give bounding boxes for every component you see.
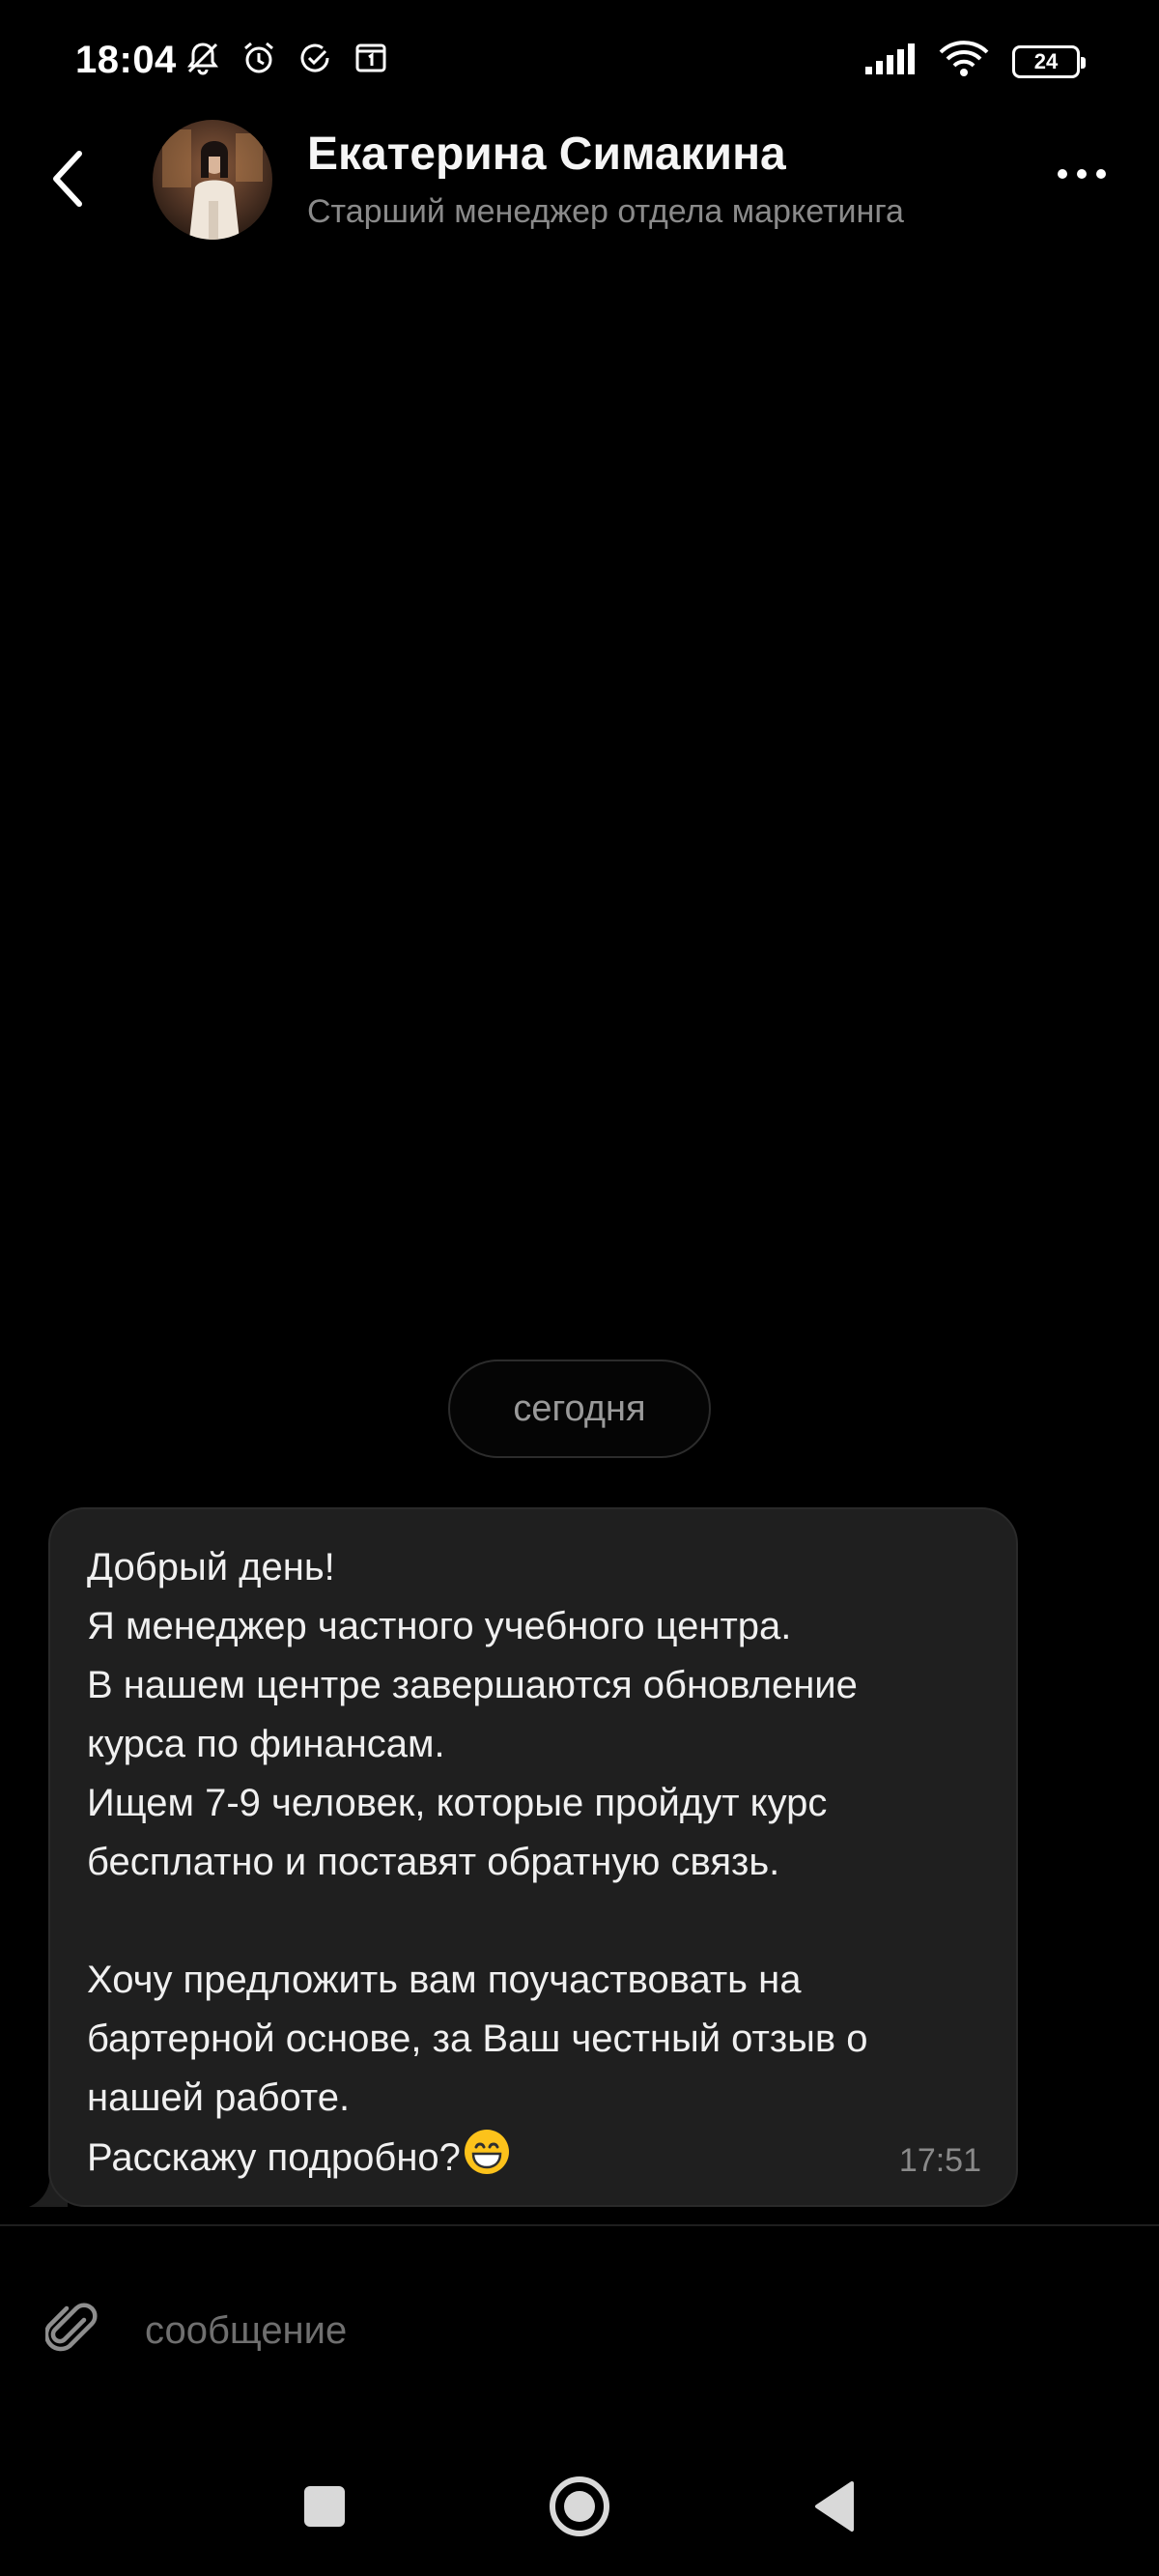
status-time: 18:04 bbox=[75, 39, 177, 81]
attach-button[interactable] bbox=[39, 2296, 106, 2363]
back-button[interactable] bbox=[39, 145, 97, 213]
battery-level: 24 bbox=[1033, 48, 1059, 73]
status-bar: 18:04 24 bbox=[0, 0, 1159, 126]
message-line bbox=[87, 1892, 981, 1951]
date-separator: сегодня bbox=[448, 1360, 711, 1458]
recent-apps-button[interactable] bbox=[286, 2468, 363, 2545]
message-line: В нашем центре завершаются обновление bbox=[87, 1664, 858, 1706]
message-text: Расскажу подробно? bbox=[87, 2136, 461, 2179]
chevron-left-icon bbox=[53, 151, 82, 207]
incoming-message[interactable]: Добрый день! Я менеджер частного учебног… bbox=[48, 1507, 1018, 2207]
wifi-icon bbox=[939, 41, 989, 82]
chat-header: Екатерина Симакина Старший менеджер отде… bbox=[0, 116, 1159, 251]
triangle-back-icon bbox=[815, 2481, 854, 2532]
message-line: Добрый день! bbox=[87, 1546, 335, 1589]
message-line: Ищем 7-9 человек, которые пройдут курс bbox=[87, 1782, 828, 1824]
sync-check-icon bbox=[296, 39, 334, 77]
battery-icon: 24 bbox=[1012, 44, 1086, 78]
system-nav-bar bbox=[0, 2454, 1159, 2561]
message-input[interactable] bbox=[145, 2302, 1072, 2360]
home-circle-icon bbox=[550, 2476, 609, 2536]
square-icon bbox=[304, 2486, 345, 2527]
message-line: бесплатно и поставят обратную связь. bbox=[87, 1841, 780, 1883]
sim-card-icon bbox=[352, 39, 390, 77]
paperclip-icon bbox=[45, 2303, 98, 2352]
grinning-emoji-icon bbox=[463, 2128, 511, 2193]
message-line: курса по финансам. bbox=[87, 1723, 445, 1765]
more-dots-icon bbox=[1058, 169, 1106, 179]
avatar[interactable] bbox=[153, 120, 272, 240]
bell-off-icon bbox=[184, 39, 222, 77]
message-time: 17:51 bbox=[898, 2142, 981, 2179]
home-button[interactable] bbox=[541, 2468, 618, 2545]
contact-title: Старший менеджер отдела маркетинга bbox=[307, 193, 904, 230]
status-icons-right: 24 bbox=[865, 41, 1086, 82]
signal-icon bbox=[865, 43, 916, 79]
more-options-button[interactable] bbox=[1047, 145, 1117, 203]
alarm-icon bbox=[240, 39, 278, 77]
message-line: нашей работе. bbox=[87, 2076, 351, 2119]
message-line: Я менеджер частного учебного центра. bbox=[87, 1605, 792, 1647]
message-line: бартерной основе, за Ваш честный отзыв о bbox=[87, 2018, 868, 2060]
message-line: Хочу предложить вам поучаствовать на bbox=[87, 1959, 802, 2001]
contact-photo bbox=[153, 120, 272, 240]
contact-name: Екатерина Симакина bbox=[307, 129, 786, 180]
status-icons-left bbox=[184, 39, 390, 77]
message-line-last: Расскажу подробно? bbox=[87, 2128, 981, 2187]
message-composer bbox=[0, 2226, 1159, 2439]
back-nav-button[interactable] bbox=[796, 2468, 873, 2545]
